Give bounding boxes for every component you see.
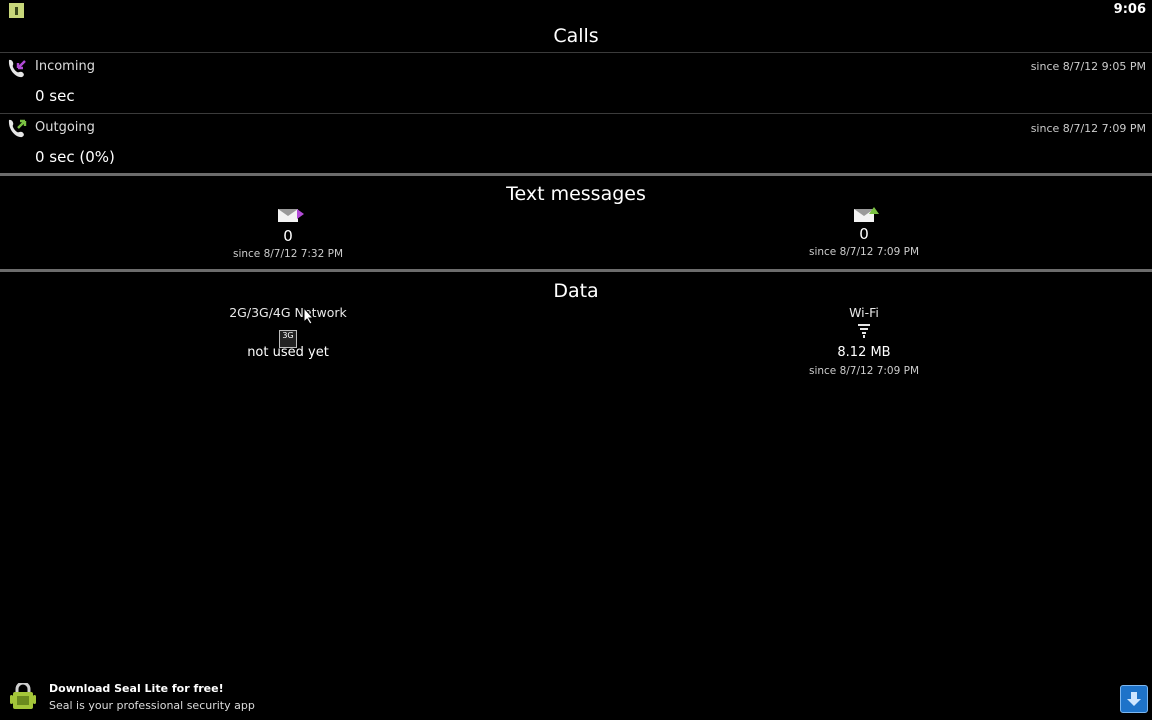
sms-sent[interactable]: 0 since 8/7/12 7:09 PM xyxy=(714,207,1014,258)
outgoing-label: Outgoing xyxy=(35,120,95,135)
ad-subtitle[interactable]: Seal is your professional security app xyxy=(49,699,255,712)
wifi-value: 8.12 MB xyxy=(837,345,891,360)
section-divider xyxy=(0,173,1152,176)
android-lock-icon[interactable] xyxy=(8,683,38,713)
data-title: Data xyxy=(553,280,599,302)
sms-sent-icon xyxy=(854,207,879,222)
wifi-data[interactable]: Wi-Fi 8.12 MB since 8/7/12 7:09 PM xyxy=(714,305,1014,377)
sms-received-since: since 8/7/12 7:32 PM xyxy=(232,248,344,260)
wifi-since: since 8/7/12 7:09 PM xyxy=(808,365,920,377)
outgoing-since: since 8/7/12 7:09 PM xyxy=(1030,122,1146,135)
download-button[interactable] xyxy=(1120,685,1148,713)
status-clock: 9:06 xyxy=(1113,2,1146,17)
sms-sent-since: since 8/7/12 7:09 PM xyxy=(808,246,920,258)
wifi-label: Wi-Fi xyxy=(849,305,879,320)
outgoing-calls-row[interactable]: Outgoing 0 sec (0%) since 8/7/12 7:09 PM xyxy=(0,114,1152,173)
calls-title: Calls xyxy=(553,25,599,47)
sms-sent-count: 0 xyxy=(859,225,869,243)
sms-received-count: 0 xyxy=(283,227,293,245)
incoming-calls-row[interactable]: Incoming 0 sec since 8/7/12 9:05 PM xyxy=(0,53,1152,113)
incoming-since: since 8/7/12 9:05 PM xyxy=(1030,60,1146,73)
ad-title[interactable]: Download Seal Lite for free! xyxy=(49,682,224,695)
outgoing-value: 0 sec (0%) xyxy=(35,148,115,166)
sms-received[interactable]: 0 since 8/7/12 7:32 PM xyxy=(138,207,438,260)
wifi-icon xyxy=(858,324,870,338)
app-notification-icon[interactable] xyxy=(9,3,24,18)
mouse-cursor xyxy=(303,307,315,325)
section-divider xyxy=(0,269,1152,272)
outgoing-call-icon xyxy=(8,119,27,138)
sms-title: Text messages xyxy=(506,183,646,205)
mobile-data-label: 2G/3G/4G Network xyxy=(229,305,347,320)
mobile-data-value: not used yet xyxy=(247,345,329,360)
download-arrow-icon xyxy=(1127,692,1141,706)
incoming-value: 0 sec xyxy=(35,87,75,105)
sms-received-icon xyxy=(278,209,304,222)
incoming-label: Incoming xyxy=(35,59,95,74)
mobile-data[interactable]: 2G/3G/4G Network 3G not used yet xyxy=(138,305,438,360)
incoming-call-icon xyxy=(8,59,26,78)
